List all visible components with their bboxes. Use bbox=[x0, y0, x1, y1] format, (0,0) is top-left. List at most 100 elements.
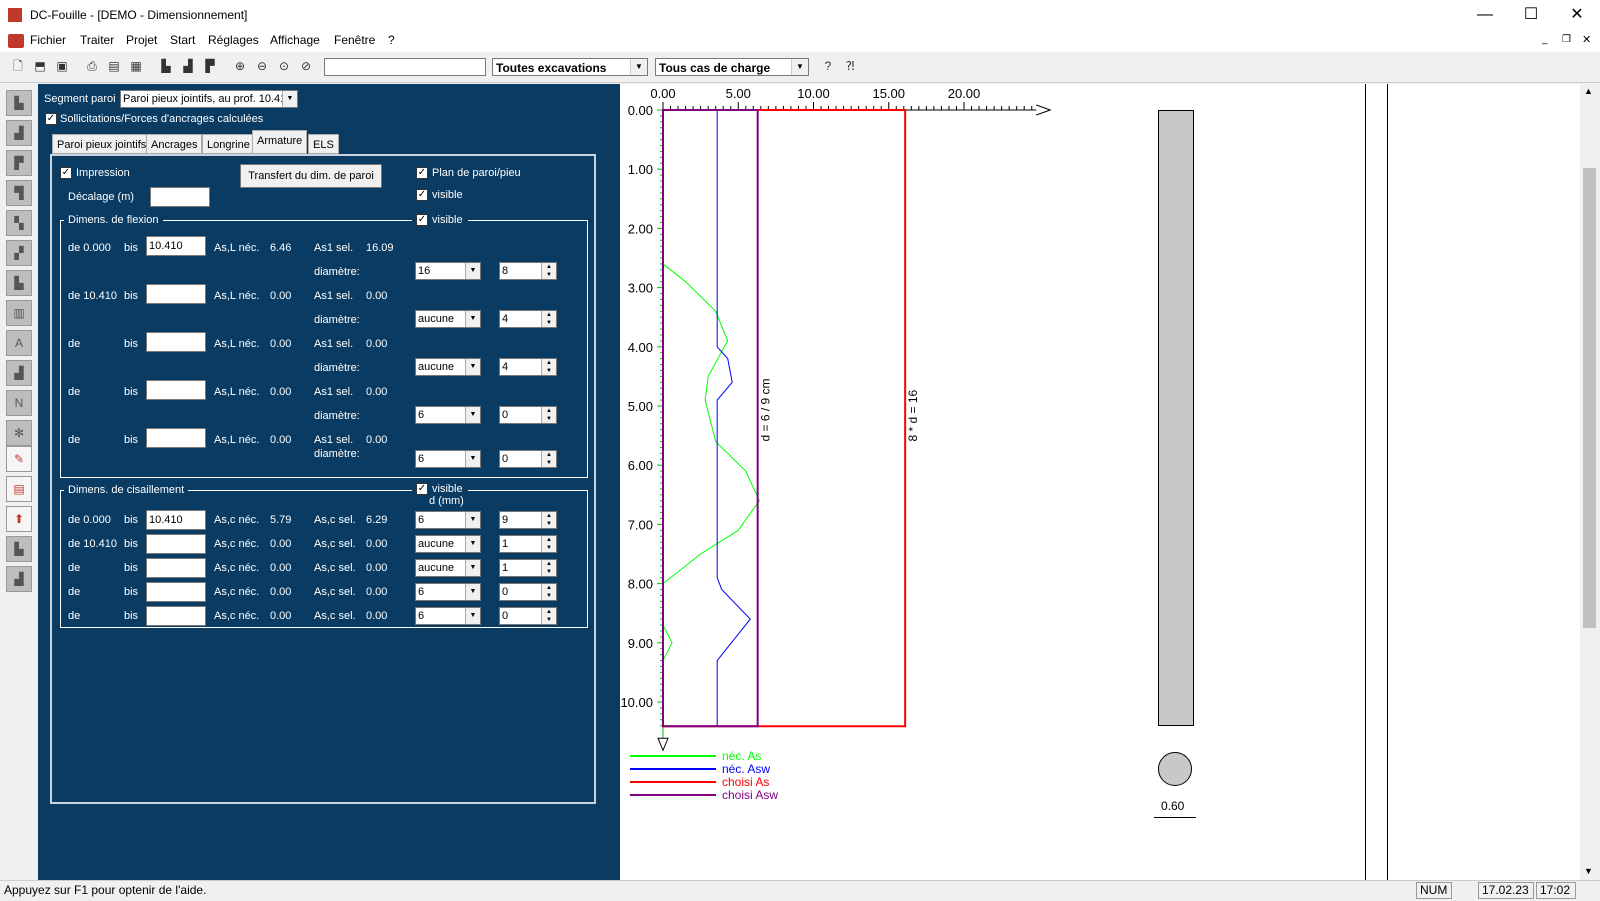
cisaillement-bis-input[interactable]: 10.410 bbox=[146, 510, 206, 530]
menu-fichier[interactable]: Fichier bbox=[30, 33, 66, 47]
spinner-arrows-icon[interactable]: ▲ ▼ bbox=[541, 451, 556, 467]
flexion-diam-select[interactable]: 6 ▼ bbox=[415, 450, 481, 468]
module-export-icon[interactable]: ⬆ bbox=[6, 506, 32, 532]
open-file-icon[interactable]: ⬒ bbox=[32, 58, 48, 74]
module-calc-icon[interactable]: ▙ bbox=[6, 536, 32, 562]
tab-longrine[interactable]: Longrine bbox=[202, 134, 255, 154]
module-loads-icon[interactable]: ▚ bbox=[6, 210, 32, 236]
flexion-count-spinner[interactable]: 0 ▲ ▼ bbox=[499, 406, 557, 424]
module-soil-icon[interactable]: ▛ bbox=[6, 150, 32, 176]
spinner-arrows-icon[interactable]: ▲ ▼ bbox=[541, 311, 556, 327]
transfer-button[interactable]: Transfert du dim. de paroi bbox=[240, 164, 382, 188]
zoom-fit-icon[interactable]: ⊙ bbox=[276, 58, 292, 74]
menu-reglages[interactable]: Réglages bbox=[208, 33, 259, 47]
menu-projet[interactable]: Projet bbox=[126, 33, 157, 47]
impression-checkbox[interactable]: ✓ bbox=[60, 167, 72, 179]
cisaillement-diam-select[interactable]: 6 ▼ bbox=[415, 511, 481, 529]
flexion-count-spinner[interactable]: 8 ▲ ▼ bbox=[499, 262, 557, 280]
flexion-visible-checkbox[interactable]: ✓ bbox=[416, 214, 428, 226]
app-menu-icon[interactable] bbox=[8, 34, 24, 48]
menu-affichage[interactable]: Affichage bbox=[270, 33, 320, 47]
module-excavation-icon[interactable]: ▙ bbox=[6, 90, 32, 116]
vertical-scrollbar[interactable]: ▲ ▼ bbox=[1580, 84, 1600, 880]
menu-help[interactable]: ? bbox=[388, 33, 395, 47]
calc-anchor-icon[interactable]: ▛ bbox=[202, 58, 218, 74]
tab-els[interactable]: ELS bbox=[308, 134, 339, 154]
segment-select[interactable]: Paroi pieux jointifs, au prof. 10.41 ▼ bbox=[120, 90, 298, 108]
cisaillement-bis-input[interactable] bbox=[146, 606, 206, 626]
save-icon[interactable]: ▣ bbox=[54, 58, 70, 74]
sollicitations-checkbox[interactable]: ✓ bbox=[45, 113, 57, 125]
drawing-area[interactable]: 0.00 5.00 10.00 15.00 20.00 0.00 1.00 2.00 3.00 4… bbox=[620, 84, 1580, 880]
menu-fenetre[interactable]: Fenêtre bbox=[334, 33, 375, 47]
spinner-arrows-icon[interactable]: ▲ ▼ bbox=[541, 407, 556, 423]
new-file-icon[interactable]: 🗋 bbox=[10, 58, 26, 74]
scroll-down-icon[interactable]: ▼ bbox=[1584, 866, 1593, 876]
minimize-button[interactable]: — bbox=[1462, 0, 1508, 30]
menu-start[interactable]: Start bbox=[170, 33, 195, 47]
scroll-thumb[interactable] bbox=[1583, 168, 1596, 628]
mdi-close-icon[interactable]: ✕ bbox=[1582, 33, 1591, 46]
spinner-arrows-icon[interactable]: ▲ ▼ bbox=[541, 263, 556, 279]
mdi-minimize-icon[interactable]: _ bbox=[1542, 34, 1548, 45]
flexion-bis-input[interactable] bbox=[146, 428, 206, 448]
flexion-count-spinner[interactable]: 4 ▲ ▼ bbox=[499, 358, 557, 376]
flexion-diam-select[interactable]: aucune ▼ bbox=[415, 310, 481, 328]
calc-excavation-icon[interactable]: ▙ bbox=[158, 58, 174, 74]
zoom-window-icon[interactable]: ⊘ bbox=[298, 58, 314, 74]
flexion-diam-select[interactable]: aucune ▼ bbox=[415, 358, 481, 376]
module-report-icon[interactable]: ▤ bbox=[6, 476, 32, 502]
spinner-arrows-icon[interactable]: ▲ ▼ bbox=[541, 512, 556, 528]
flexion-diam-select[interactable]: 6 ▼ bbox=[415, 406, 481, 424]
flexion-count-spinner[interactable]: 4 ▲ ▼ bbox=[499, 310, 557, 328]
spinner-arrows-icon[interactable]: ▲ ▼ bbox=[541, 560, 556, 576]
cisaillement-count-spinner[interactable]: 9 ▲ ▼ bbox=[499, 511, 557, 529]
module-results-icon[interactable]: ▟ bbox=[6, 360, 32, 386]
cisaillement-count-spinner[interactable]: 1 ▲ ▼ bbox=[499, 535, 557, 553]
spinner-arrows-icon[interactable]: ▲ ▼ bbox=[541, 359, 556, 375]
calc-wall-icon[interactable]: ▟ bbox=[180, 58, 196, 74]
flexion-bis-input[interactable] bbox=[146, 380, 206, 400]
cisaillement-bis-input[interactable] bbox=[146, 558, 206, 578]
load-case-select[interactable]: Tous cas de charge ▼ bbox=[655, 58, 809, 76]
module-struts-icon[interactable]: ▥ bbox=[6, 300, 32, 326]
cisaillement-count-spinner[interactable]: 1 ▲ ▼ bbox=[499, 559, 557, 577]
scroll-up-icon[interactable]: ▲ bbox=[1584, 86, 1593, 96]
cisaillement-bis-input[interactable] bbox=[146, 534, 206, 554]
flexion-count-spinner[interactable]: 0 ▲ ▼ bbox=[499, 450, 557, 468]
cisaillement-bis-input[interactable] bbox=[146, 582, 206, 602]
decalage-input[interactable] bbox=[150, 187, 210, 207]
cisaillement-count-spinner[interactable]: 0 ▲ ▼ bbox=[499, 607, 557, 625]
cisaillement-diam-select[interactable]: aucune ▼ bbox=[415, 559, 481, 577]
context-help-icon[interactable]: ⁈ bbox=[842, 58, 858, 74]
cisaillement-visible-checkbox[interactable]: ✓ bbox=[416, 483, 428, 495]
module-wall-icon[interactable]: ▟ bbox=[6, 120, 32, 146]
module-phases-icon[interactable]: ▙ bbox=[6, 270, 32, 296]
tab-armature[interactable]: Armature bbox=[252, 130, 308, 154]
flexion-bis-input[interactable] bbox=[146, 332, 206, 352]
module-dimensioning-icon[interactable]: ✎ bbox=[6, 446, 32, 472]
cisaillement-diam-select[interactable]: aucune ▼ bbox=[415, 535, 481, 553]
tab-paroi-pieux[interactable]: Paroi pieux jointifs bbox=[52, 134, 152, 154]
spinner-arrows-icon[interactable]: ▲ ▼ bbox=[541, 584, 556, 600]
excavation-select[interactable]: Toutes excavations ▼ bbox=[492, 58, 648, 76]
module-earth-pressure-icon[interactable]: A bbox=[6, 330, 32, 356]
menu-traiter[interactable]: Traiter bbox=[80, 33, 114, 47]
toolbar-search-input[interactable] bbox=[324, 58, 486, 76]
zoom-in-icon[interactable]: ⊕ bbox=[232, 58, 248, 74]
spinner-arrows-icon[interactable]: ▲ ▼ bbox=[541, 608, 556, 624]
flexion-bis-input[interactable] bbox=[146, 284, 206, 304]
help-icon[interactable]: ? bbox=[820, 58, 836, 74]
plan-visible-checkbox[interactable]: ✓ bbox=[416, 189, 428, 201]
maximize-button[interactable]: ☐ bbox=[1508, 0, 1554, 30]
cisaillement-diam-select[interactable]: 6 ▼ bbox=[415, 607, 481, 625]
cisaillement-count-spinner[interactable]: 0 ▲ ▼ bbox=[499, 583, 557, 601]
plan-checkbox[interactable]: ✓ bbox=[416, 167, 428, 179]
cisaillement-diam-select[interactable]: 6 ▼ bbox=[415, 583, 481, 601]
print-icon[interactable]: ⎙ bbox=[84, 58, 100, 74]
flexion-bis-input[interactable]: 10.410 bbox=[146, 236, 206, 256]
flexion-diam-select[interactable]: 16 ▼ bbox=[415, 262, 481, 280]
report-icon[interactable]: ▦ bbox=[128, 58, 144, 74]
tab-ancrages[interactable]: Ancrages bbox=[146, 134, 203, 154]
print-preview-icon[interactable]: ▤ bbox=[106, 58, 122, 74]
